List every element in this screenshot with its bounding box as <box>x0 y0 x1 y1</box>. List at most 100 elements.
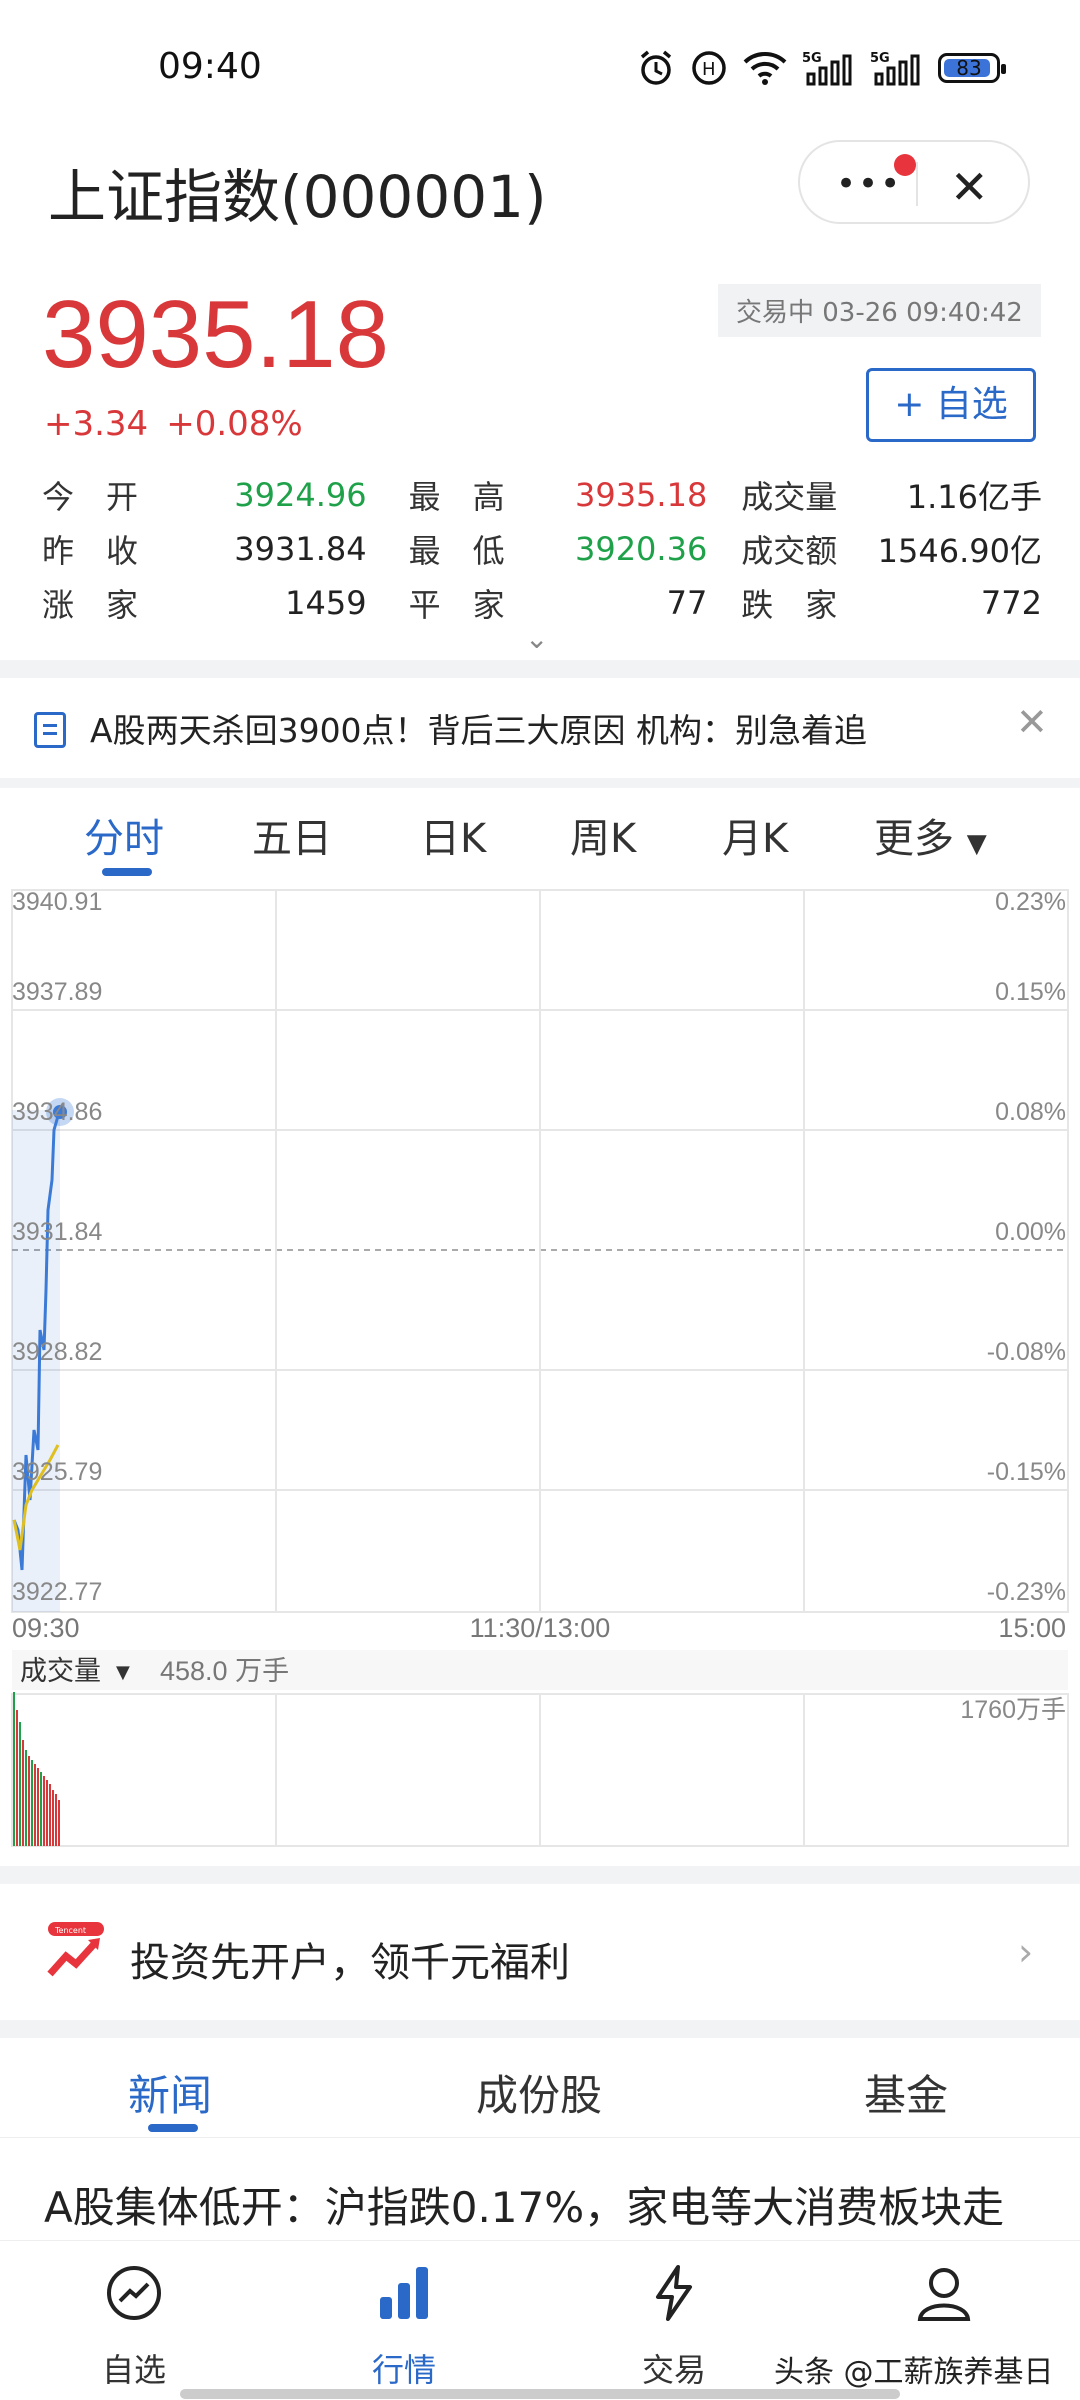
left-tick: 3934.86 <box>12 1098 102 1126</box>
stats-grid: 今 开 3924.96 最 高 3935.18 成交量 1.16亿手 昨 收 3… <box>42 468 1042 630</box>
stats-row: 昨 收 3931.84 最 低 3920.36 成交额 1546.90亿 <box>42 522 1042 576</box>
stat-label: 平 家 <box>408 586 505 624</box>
left-tick: 3931.84 <box>12 1218 102 1246</box>
change-value: +3.34 <box>44 404 149 444</box>
stat-label: 跌 家 <box>741 586 838 624</box>
status-bar: 09:40 H 5G 5G 83 <box>0 0 1080 130</box>
promo-text[interactable]: 投资先开户，领千元福利 <box>130 1930 570 1988</box>
active-tab-indicator <box>102 868 152 876</box>
tab-monthly-k[interactable]: 月K <box>722 806 788 864</box>
right-tick: -0.23% <box>987 1578 1066 1606</box>
nav-label: 交易 <box>641 2351 706 2389</box>
intraday-chart: 3940.91 3937.89 3934.86 3931.84 3928.82 … <box>11 888 1069 1847</box>
tab-daily-k[interactable]: 日K <box>420 806 486 864</box>
section-tabs: 新闻 成份股 基金 <box>0 2038 1080 2138</box>
right-tick: 0.08% <box>995 1098 1066 1126</box>
stat-label: 最 低 <box>408 532 505 570</box>
battery-icon: 83 <box>938 53 1006 83</box>
bottom-nav: 自选 行情 交易 我的 头条 @工薪族养基日记 <box>0 2240 1080 2400</box>
time-label-close: 15:00 <box>998 1613 1066 1643</box>
promo-banner[interactable]: Tencent 投资先开户，领千元福利 › <box>0 1884 1080 2020</box>
tab-news[interactable]: 新闻 <box>128 2062 212 2123</box>
bar-chart-icon <box>380 2267 428 2319</box>
active-tab-indicator <box>148 2124 198 2132</box>
nav-label: 自选 <box>101 2351 166 2389</box>
caret-down-icon[interactable]: ▼ <box>116 1662 130 1683</box>
left-tick: 3937.89 <box>12 978 102 1006</box>
tab-funds[interactable]: 基金 <box>864 2062 948 2123</box>
stat-label: 昨 收 <box>42 532 139 570</box>
notification-dot <box>894 154 916 176</box>
status-time: 09:40 <box>158 46 262 87</box>
stat-label: 成交量 <box>741 478 838 516</box>
status-icons: H 5G 5G 83 <box>636 48 1006 88</box>
trade-status: 交易中 03-26 09:40:42 <box>718 284 1041 337</box>
close-icon[interactable]: ✕ <box>1016 700 1048 744</box>
stat-label: 最 高 <box>408 478 505 516</box>
stat-open: 3924.96 <box>234 476 367 514</box>
right-tick: 0.00% <box>995 1218 1066 1246</box>
news-banner-text[interactable]: A股两天杀回3900点！背后三大原因 机构：别急着追 <box>90 704 867 752</box>
svg-text:5G: 5G <box>802 51 822 66</box>
stat-up-count: 1459 <box>285 584 367 622</box>
battery-level: 83 <box>956 56 982 80</box>
page-title: 上证指数(000001) <box>48 163 547 231</box>
stat-down-count: 772 <box>980 584 1042 622</box>
chevron-right-icon[interactable]: › <box>1018 1930 1033 1974</box>
tab-five-day[interactable]: 五日 <box>252 806 332 864</box>
stat-flat-count: 77 <box>666 584 708 622</box>
svg-text:5G: 5G <box>870 51 890 66</box>
left-tick: 3925.79 <box>12 1458 102 1486</box>
wifi-icon <box>743 52 787 85</box>
lightning-icon <box>656 2265 692 2321</box>
add-watchlist-button[interactable]: + 自选 <box>866 368 1036 442</box>
right-tick: -0.15% <box>987 1458 1066 1486</box>
expand-chevron-icon[interactable]: ⌄ <box>525 622 548 655</box>
stat-label: 今 开 <box>42 478 139 516</box>
hd-icon: H <box>692 51 726 85</box>
price-panel <box>11 889 1069 1613</box>
stat-high: 3935.18 <box>574 476 708 514</box>
caret-down-icon: ▼ <box>966 829 987 859</box>
stat-low: 3920.36 <box>574 530 708 568</box>
left-tick: 3928.82 <box>12 1338 102 1366</box>
news-banner[interactable]: A股两天杀回3900点！背后三大原因 机构：别急着追 ✕ <box>0 678 1080 778</box>
tencent-logo-text: Tencent <box>54 1926 86 1935</box>
volume-label[interactable]: 成交量 <box>20 1656 101 1687</box>
alarm-icon <box>640 50 672 85</box>
left-tick: 3940.91 <box>12 888 102 916</box>
signal-icon: 5G <box>802 51 852 86</box>
home-indicator <box>180 2389 900 2399</box>
right-tick: 0.15% <box>995 978 1066 1006</box>
stat-amount: 1546.90亿 <box>877 532 1042 570</box>
tab-more[interactable]: 更多 ▼ <box>874 806 987 864</box>
stat-label: 成交额 <box>741 532 838 570</box>
close-icon[interactable]: ✕ <box>950 160 989 214</box>
stat-label: 涨 家 <box>42 586 139 624</box>
left-tick: 3922.77 <box>12 1578 102 1606</box>
svg-text:H: H <box>702 59 716 80</box>
tab-intraday[interactable]: 分时 <box>84 806 164 864</box>
mini-program-capsule: ••• ✕ <box>798 140 1030 224</box>
more-icon[interactable]: ••• <box>836 164 902 204</box>
stat-volume: 1.16亿手 <box>906 478 1042 516</box>
stat-prev-close: 3931.84 <box>234 530 367 568</box>
tab-constituents[interactable]: 成份股 <box>476 2062 602 2123</box>
trend-circle-icon <box>107 2266 161 2320</box>
news-icon <box>34 712 66 748</box>
volume-max-label: 1760万手 <box>960 1696 1066 1724</box>
current-price: 3935.18 <box>42 281 390 388</box>
user-icon <box>917 2268 971 2321</box>
right-tick: -0.08% <box>987 1338 1066 1366</box>
chart-tabs: 分时 五日 日K 周K 月K 更多 ▼ <box>0 790 1080 890</box>
time-label-midday: 11:30/13:00 <box>470 1613 611 1643</box>
tencent-logo-icon: Tencent <box>47 1922 104 1977</box>
right-tick: 0.23% <box>995 888 1066 916</box>
tab-more-label: 更多 <box>874 816 954 862</box>
volume-panel <box>11 1693 1069 1847</box>
volume-bars <box>13 1692 60 1846</box>
tab-weekly-k[interactable]: 周K <box>570 806 636 864</box>
stats-row: 今 开 3924.96 最 高 3935.18 成交量 1.16亿手 <box>42 468 1042 522</box>
change-percent: +0.08% <box>166 404 303 444</box>
volume-value: 458.0 万手 <box>160 1656 289 1686</box>
